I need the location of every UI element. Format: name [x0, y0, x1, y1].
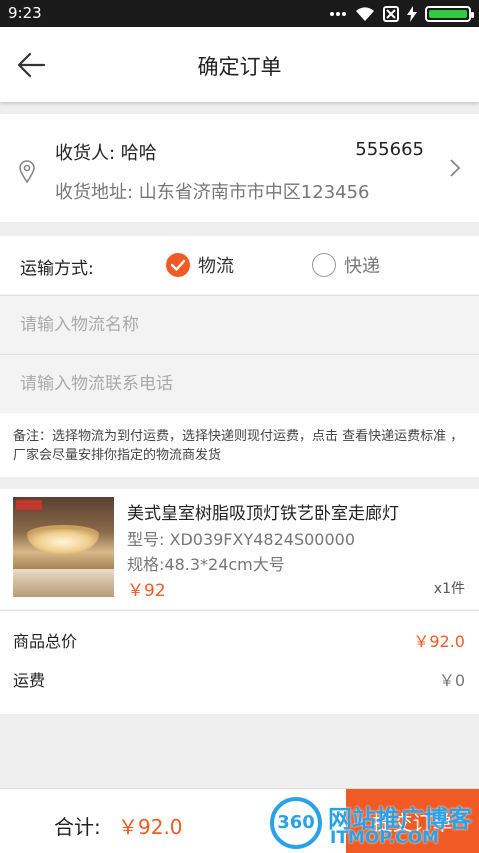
product-quantity: x1件: [433, 581, 465, 597]
freight-row: 运费 ￥0: [13, 667, 465, 691]
address-card[interactable]: 收货人: 哈哈 555665 收货地址: 山东省济南市市中区123456: [0, 114, 479, 222]
battery-level: [429, 10, 467, 18]
logistics-name-input[interactable]: [20, 310, 460, 340]
radio-express[interactable]: 快递: [312, 252, 380, 278]
chevron-right-icon: [450, 159, 461, 177]
receiver-label: 收货人:: [55, 143, 121, 164]
address-detail: 收货地址: 山东省济南市市中区123456: [55, 182, 370, 203]
submit-order-button[interactable]: 提交订单: [346, 789, 479, 853]
radio-logistics[interactable]: 物流: [166, 252, 234, 278]
freight-value: ￥0: [438, 671, 465, 690]
no-sim-icon: [383, 6, 399, 22]
charging-icon: [407, 6, 417, 22]
location-pin-icon: [19, 160, 35, 183]
logistics-name-row: [0, 295, 479, 353]
radio-checked-icon: [166, 253, 190, 277]
shipping-label: 运输方式:: [20, 259, 94, 279]
receiver-phone: 555665: [355, 139, 424, 160]
radio-unchecked-icon: [312, 253, 336, 277]
brand-logo: [16, 500, 42, 510]
status-time: 9:23: [8, 4, 42, 22]
product-item[interactable]: 美式皇室树脂吸顶灯铁艺卧室走廊灯 型号: XD039FXY4824S00000 …: [0, 489, 479, 609]
header: 确定订单: [0, 27, 479, 102]
page-title: 确定订单: [197, 55, 282, 79]
radio-logistics-label: 物流: [198, 256, 234, 277]
logistics-phone-row: [0, 354, 479, 412]
radio-express-label: 快递: [344, 256, 380, 277]
wifi-icon: [356, 7, 374, 21]
battery-icon: [425, 6, 474, 22]
goods-total-label: 商品总价: [13, 632, 78, 651]
goods-total-value: ￥92.0: [413, 632, 465, 651]
price-summary: 商品总价 ￥92.0 运费 ￥0: [0, 610, 479, 714]
product-model: 型号: XD039FXY4824S00000: [127, 530, 356, 549]
receiver: 收货人: 哈哈: [55, 139, 157, 165]
status-icons: [329, 5, 474, 23]
total-label: 合计:: [54, 815, 101, 839]
receiver-name: 哈哈: [120, 143, 157, 164]
product-image: [13, 497, 114, 597]
product-name: 美式皇室树脂吸顶灯铁艺卧室走廊灯: [127, 504, 399, 524]
logistics-phone-input[interactable]: [20, 369, 460, 399]
product-spec: 规格:48.3*24cm大号: [127, 555, 285, 574]
signal-dots-icon: [330, 12, 346, 16]
bottom-bar: 合计: ￥92.0 提交订单: [0, 788, 479, 853]
total-value: ￥92.0: [118, 815, 183, 839]
product-price: ￥92: [127, 581, 166, 601]
goods-total-row: 商品总价 ￥92.0: [13, 628, 465, 652]
status-bar: 9:23: [0, 0, 479, 27]
shipping-note: 备注：选择物流为到付运费，选择快递则现付运费，点击 查看快递运费标准 ，厂家会尽…: [0, 413, 479, 477]
freight-label: 运费: [13, 671, 46, 690]
shipping-method: 运输方式: 物流 快递: [0, 236, 479, 294]
